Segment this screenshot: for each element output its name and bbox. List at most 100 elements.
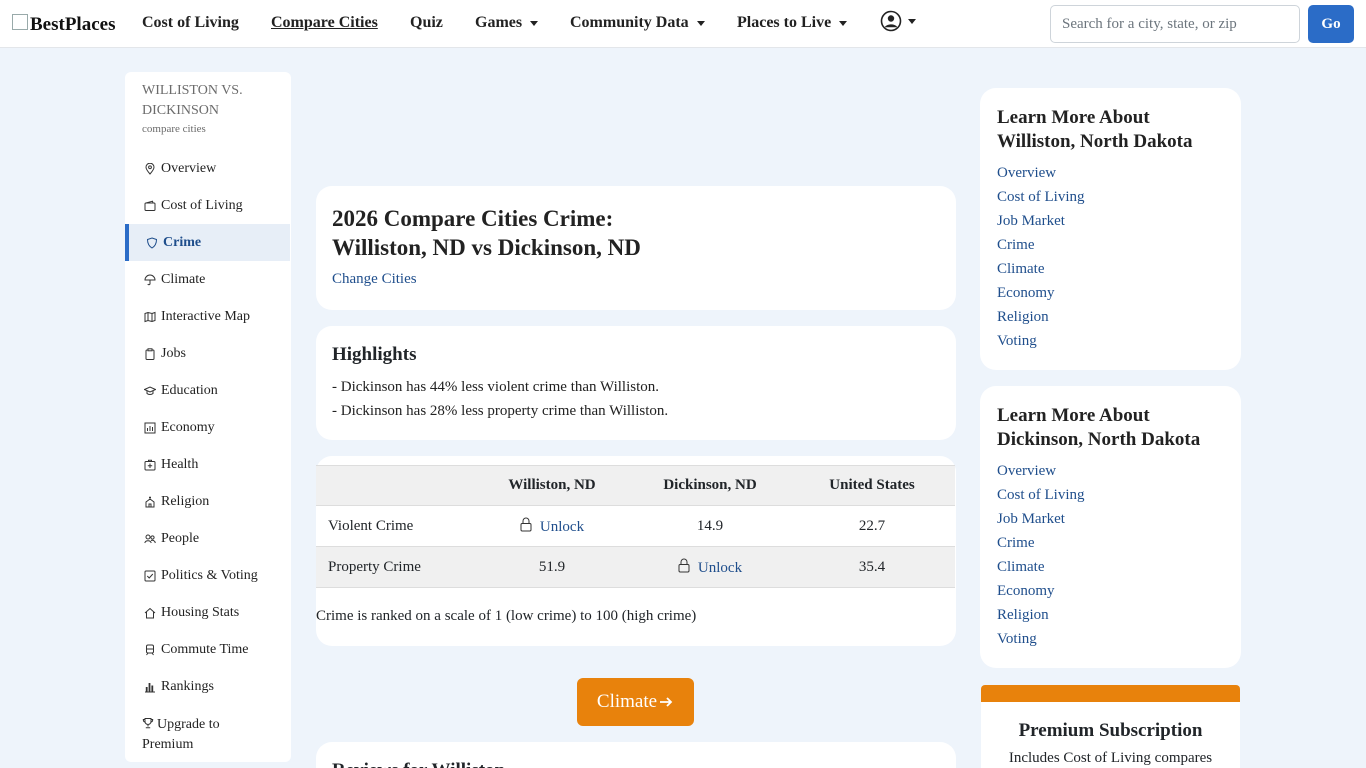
table-row: Violent Crime Unlock 14.9 22.7 [316, 505, 955, 547]
broken-image-icon [12, 14, 28, 30]
table-header [316, 465, 473, 506]
williston-link-crime[interactable]: Crime [997, 233, 1224, 257]
go-button[interactable]: Go [1308, 5, 1354, 43]
sidebar-item-education[interactable]: Education [125, 372, 290, 409]
nav-compare-cities[interactable]: Compare Cities [271, 14, 378, 32]
williston-link-cost-of-living[interactable]: Cost of Living [997, 185, 1224, 209]
sidebar-item-label: Crime [163, 234, 202, 250]
church-icon [145, 496, 155, 507]
caret-down-icon [908, 18, 916, 24]
brand-logo[interactable]: BestPlaces [12, 14, 115, 36]
sidebar-item-label: Cost of Living [161, 197, 243, 213]
next-section-climate-button[interactable]: Climate [577, 678, 694, 726]
dickinson-link-job-market[interactable]: Job Market [997, 507, 1224, 531]
table-header-row: Williston, ND Dickinson, ND United State… [316, 465, 955, 506]
williston-link-economy[interactable]: Economy [997, 281, 1224, 305]
dickinson-link-crime[interactable]: Crime [997, 531, 1224, 555]
sidebar-item-rankings[interactable]: Rankings [125, 668, 290, 705]
search-input[interactable] [1050, 5, 1300, 43]
nav-cost-of-living[interactable]: Cost of Living [142, 14, 239, 32]
sidebar-item-climate[interactable]: Climate [125, 261, 290, 298]
sidebar-item-jobs[interactable]: Jobs [125, 335, 290, 372]
climate-button-label: Climate [596, 691, 658, 712]
lock-icon [678, 558, 690, 572]
premium-subscription-card: Premium Subscription Includes Cost of Li… [981, 685, 1240, 768]
first-aid-icon [144, 459, 156, 470]
top-navbar: BestPlaces Cost of Living Compare Cities… [0, 0, 1366, 48]
dickinson-link-climate[interactable]: Climate [997, 555, 1224, 579]
williston-link-climate[interactable]: Climate [997, 257, 1224, 281]
dickinson-link-cost-of-living[interactable]: Cost of Living [997, 483, 1224, 507]
nav-places-to-live-label: Places to Live [737, 14, 832, 31]
sidebar-item-economy[interactable]: Economy [125, 409, 290, 446]
dickinson-link-economy[interactable]: Economy [997, 579, 1224, 603]
sidebar-item-overview[interactable]: Overview [125, 150, 290, 187]
bar-chart-icon [144, 422, 156, 433]
caret-down-icon [530, 20, 539, 26]
sidebar-item-politics-voting[interactable]: Politics & Voting [125, 557, 290, 594]
highlight-line: - Dickinson has 28% less property crime … [332, 403, 669, 419]
sidebar-item-label: Upgrade to Premium [142, 715, 242, 755]
map-pin-icon [145, 162, 155, 175]
williston-link-job-market[interactable]: Job Market [997, 209, 1224, 233]
williston-link-overview[interactable]: Overview [997, 161, 1224, 185]
brand-name: BestPlaces [30, 14, 116, 35]
people-icon [144, 534, 156, 543]
crime-comparison-table: Williston, ND Dickinson, ND United State… [316, 465, 955, 588]
sidebar-item-label: Rankings [161, 678, 214, 694]
sidebar-item-commute-time[interactable]: Commute Time [125, 631, 290, 668]
nav-games-dropdown[interactable]: Games [475, 14, 539, 32]
sidebar-item-label: People [161, 530, 200, 546]
table-cell: Unlock [631, 546, 789, 588]
arrow-right-icon [660, 697, 673, 707]
highlight-line: - Dickinson has 44% less violent crime t… [332, 379, 659, 395]
learn-more-heading: Learn More About Dickinson, North Dakota [997, 405, 1201, 450]
lock-icon [520, 517, 532, 531]
user-menu-dropdown[interactable] [880, 10, 916, 32]
table-header: Dickinson, ND [631, 465, 789, 506]
rankings-icon [145, 682, 155, 692]
nav-places-to-live-dropdown[interactable]: Places to Live [737, 14, 848, 32]
sidebar-item-interactive-map[interactable]: Interactive Map [125, 298, 290, 335]
williston-link-voting[interactable]: Voting [997, 329, 1224, 353]
reviews-heading: Reviews for Williston [332, 760, 505, 768]
unlock-link[interactable]: Unlock [698, 560, 742, 576]
sidebar-item-label: Commute Time [161, 641, 249, 657]
house-icon [144, 607, 156, 618]
unlock-link[interactable]: Unlock [540, 519, 584, 535]
sidebar-item-crime[interactable]: Crime [125, 224, 290, 261]
sidebar-heading: WILLISTON VS. DICKINSON [142, 83, 243, 118]
user-circle-icon [880, 10, 902, 32]
section-sidebar: WILLISTON VS. DICKINSON compare cities O… [125, 72, 291, 762]
sidebar-item-cost-of-living[interactable]: Cost of Living [125, 187, 290, 224]
table-header: Williston, ND [473, 465, 631, 506]
train-icon [146, 644, 154, 655]
nav-community-data-dropdown[interactable]: Community Data [570, 14, 705, 32]
learn-more-williston-card: Learn More About Williston, North Dakota… [980, 88, 1241, 370]
dickinson-link-religion[interactable]: Religion [997, 603, 1224, 627]
nav-quiz[interactable]: Quiz [410, 14, 443, 32]
nav-community-data-label: Community Data [570, 14, 689, 31]
dickinson-link-overview[interactable]: Overview [997, 459, 1224, 483]
table-row: Property Crime 51.9 Unlock 35.4 [316, 546, 955, 588]
crime-table-card: Williston, ND Dickinson, ND United State… [316, 456, 956, 646]
sidebar-item-label: Jobs [161, 345, 186, 361]
table-cell: 51.9 [473, 546, 631, 588]
nav-games-label: Games [475, 14, 523, 31]
sidebar-item-housing-stats[interactable]: Housing Stats [125, 594, 290, 631]
williston-link-religion[interactable]: Religion [997, 305, 1224, 329]
trophy-icon [142, 718, 154, 729]
change-cities-link[interactable]: Change Cities [332, 271, 417, 288]
sidebar-item-health[interactable]: Health [125, 446, 290, 483]
sidebar-item-religion[interactable]: Religion [125, 483, 290, 520]
page-title-line-1: 2026 Compare Cities Crime: [332, 206, 614, 231]
map-icon [144, 311, 156, 322]
checkbox-icon [144, 570, 156, 581]
premium-text: Includes Cost of Living compares [1008, 750, 1213, 766]
premium-heading: Premium Subscription [1018, 720, 1203, 741]
sidebar-item-label: Housing Stats [161, 604, 240, 620]
caret-down-icon [696, 20, 705, 26]
sidebar-item-upgrade-premium[interactable]: Upgrade to Premium [125, 712, 290, 756]
sidebar-item-people[interactable]: People [125, 520, 290, 557]
dickinson-link-voting[interactable]: Voting [997, 627, 1224, 651]
